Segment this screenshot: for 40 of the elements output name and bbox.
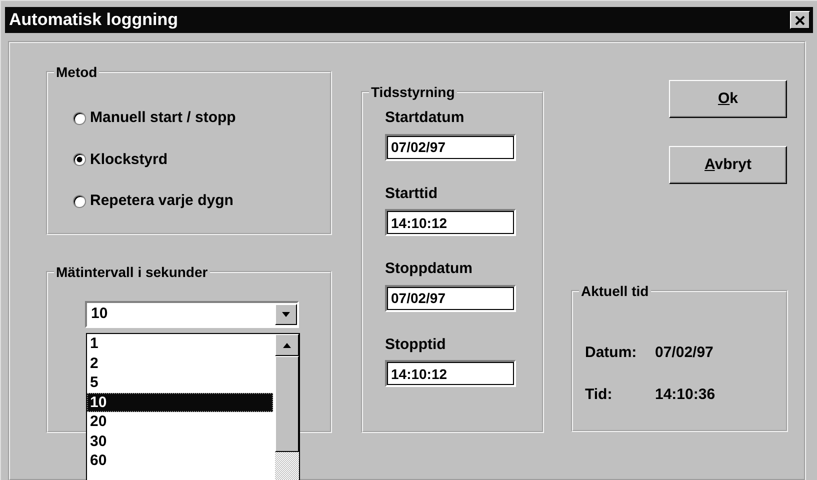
info-label: Datum: — [585, 343, 638, 363]
list-item[interactable]: 10 — [87, 392, 273, 412]
radio-button[interactable] — [73, 194, 86, 208]
group-title: Aktuell tid — [580, 284, 650, 298]
scroll-thumb[interactable] — [275, 356, 299, 452]
dialog-button[interactable]: Ok — [669, 80, 787, 118]
list-item[interactable]: 20 — [87, 412, 273, 432]
radio-button[interactable] — [73, 153, 86, 166]
field-label: Stoppdatum — [385, 259, 474, 279]
interval-dropdown[interactable]: 10 — [85, 301, 299, 328]
list-item[interactable]: 2 — [87, 354, 273, 373]
text-field[interactable]: 07/02/97 — [385, 134, 516, 160]
text-field[interactable]: 07/02/97 — [385, 284, 516, 312]
group-title: Mätintervall i sekunder — [55, 265, 209, 279]
field-label: Startdatum — [385, 108, 466, 128]
info-label: Tid: — [585, 384, 614, 404]
group-title: Tidsstyrning — [370, 85, 456, 99]
scrollbar[interactable] — [275, 334, 299, 480]
dropdown-arrow-icon — [282, 312, 290, 317]
list-item[interactable]: 30 — [87, 432, 273, 451]
window-title: Automatisk loggning — [9, 9, 178, 32]
up-arrow-icon — [283, 342, 291, 348]
radio-option[interactable]: Manuell start / stopp — [73, 107, 330, 130]
dialog-button[interactable]: Avbryt — [669, 146, 787, 184]
close-icon — [795, 16, 805, 24]
radio-option[interactable]: Repetera varje dygn — [73, 190, 330, 212]
list-item[interactable]: 5 — [87, 373, 273, 392]
radio-option[interactable]: Klockstyrd — [73, 148, 330, 171]
close-button[interactable] — [790, 11, 810, 29]
field-label: Starttid — [385, 184, 438, 204]
field-label: Stopptid — [385, 334, 447, 354]
info-value: 14:10:36 — [655, 384, 716, 404]
info-value: 07/02/97 — [655, 343, 714, 363]
group-title: Metod — [55, 65, 98, 79]
list-item[interactable]: 60 — [87, 451, 273, 470]
scroll-up-button[interactable] — [275, 334, 299, 356]
list-item[interactable]: 1 — [87, 334, 273, 354]
text-field[interactable]: 14:10:12 — [385, 209, 516, 236]
text-field[interactable]: 14:10:12 — [385, 360, 516, 387]
radio-button[interactable] — [73, 112, 86, 125]
